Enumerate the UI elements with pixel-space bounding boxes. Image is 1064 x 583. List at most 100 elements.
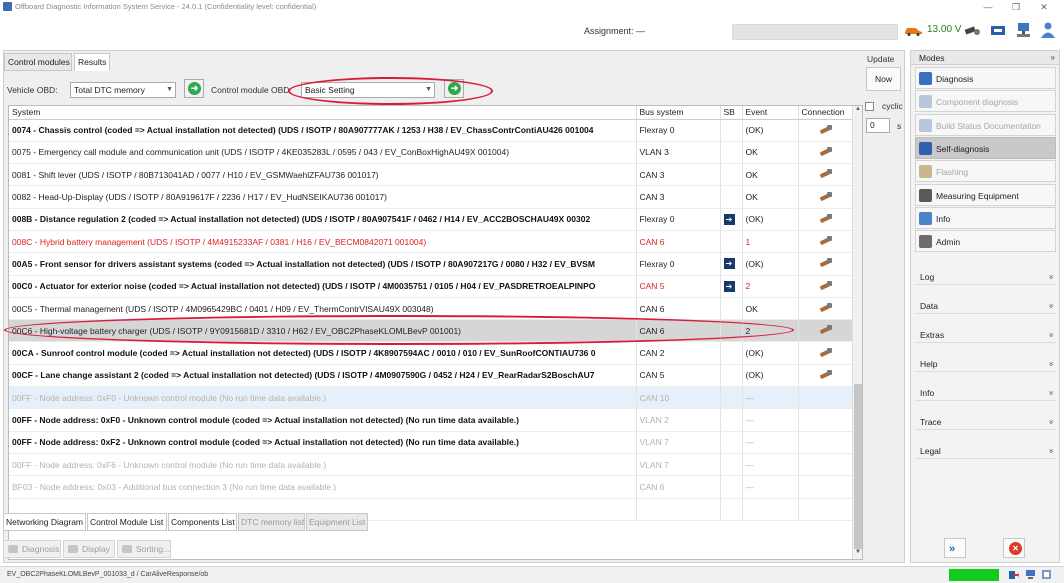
network-status-icon[interactable]: [1025, 569, 1036, 580]
table-row[interactable]: 00C5 - Thermal management (UDS / ISOTP /…: [9, 297, 855, 321]
tab-components-list[interactable]: Components List: [168, 513, 237, 531]
connection-plug-icon: [819, 303, 833, 313]
col-system[interactable]: System: [9, 106, 637, 120]
scroll-up-icon[interactable]: ▲: [853, 106, 862, 116]
modes-header[interactable]: Modes »: [911, 51, 1059, 65]
table-vertical-scrollbar[interactable]: ▲ ▼: [852, 106, 862, 559]
cell-event: 2: [742, 275, 799, 298]
mode-info[interactable]: Info: [915, 206, 1056, 229]
cyclic-checkbox-box[interactable]: [865, 102, 874, 112]
section-log[interactable]: Log »: [915, 269, 1056, 285]
cell-event: OK: [742, 141, 799, 165]
mode-measuring-equipment[interactable]: Measuring Equipment: [915, 183, 1056, 206]
section-info[interactable]: Info »: [915, 385, 1056, 401]
exit-button[interactable]: ✕: [1003, 538, 1025, 558]
cell-connection: [798, 208, 855, 231]
tools-icon[interactable]: [1041, 569, 1052, 580]
table-row[interactable]: 0081 - Shift lever (UDS / ISOTP / 80B713…: [9, 163, 855, 187]
connection-plug-icon: [819, 169, 833, 179]
control-module-obd-select[interactable]: Basic Setting ▼: [301, 82, 435, 98]
section-label: Legal: [920, 446, 941, 456]
mode-flashing[interactable]: Flashing: [915, 160, 1056, 183]
cyclic-checkbox[interactable]: cyclic: [865, 101, 903, 112]
table-row[interactable]: 00FF - Node address: 0xF6 - Unknown cont…: [9, 453, 855, 477]
mode-admin[interactable]: Admin: [915, 230, 1056, 253]
mode-diagnosis[interactable]: Diagnosis: [915, 67, 1056, 89]
maximize-button[interactable]: ❐: [1002, 0, 1030, 14]
right-sidebar: Modes » Diagnosis Component diagnosis Buil…: [910, 50, 1060, 563]
table-row[interactable]: 00C0 - Actuator for exterior noise (code…: [9, 275, 855, 298]
cell-system: 00CF - Lane change assistant 2 (coded =>…: [9, 364, 637, 388]
table-row[interactable]: 00FF - Node address: 0xF0 - Unknown cont…: [9, 386, 855, 410]
cell-connection: [798, 297, 855, 321]
display-button[interactable]: Display: [63, 540, 115, 558]
mode-component-diagnosis[interactable]: Component diagnosis: [915, 90, 1056, 113]
chevron-down-icon: »: [1050, 53, 1055, 62]
cycle-seconds-input[interactable]: 0: [866, 118, 890, 133]
service-bulletin-icon[interactable]: ➔: [723, 280, 735, 292]
tab-control-module-list[interactable]: Control Module List: [87, 513, 167, 531]
table-row[interactable]: 0074 - Chassis control (coded => Actual …: [9, 119, 855, 142]
sorting-button[interactable]: Sorting...: [117, 540, 171, 558]
table-row[interactable]: 00CF - Lane change assistant 2 (coded =>…: [9, 364, 855, 388]
update-now-button[interactable]: Now: [866, 67, 901, 91]
control-module-table: System Bus system SB Event Connection 00…: [8, 105, 863, 560]
section-data[interactable]: Data »: [915, 298, 1056, 314]
table-row[interactable]: 008C - Hybrid battery management (UDS / …: [9, 230, 855, 254]
table-row[interactable]: 008B - Distance regulation 2 (coded => A…: [9, 208, 855, 231]
section-trace[interactable]: Trace »: [915, 414, 1056, 430]
tab-dtc-memory-list[interactable]: DTC memory list: [238, 513, 305, 531]
mode-label: Info: [936, 213, 951, 224]
next-button[interactable]: »: [944, 538, 966, 558]
col-connection[interactable]: Connection: [798, 106, 855, 120]
vehicle-obd-go-button[interactable]: ➜: [184, 79, 204, 98]
mode-label: Flashing: [936, 167, 969, 178]
export-icon[interactable]: [1008, 569, 1019, 580]
table-row[interactable]: 0075 - Emergency call module and communi…: [9, 141, 855, 165]
table-row[interactable]: BF03 - Node address: 0x03 - Additional b…: [9, 475, 855, 499]
section-legal[interactable]: Legal »: [915, 443, 1056, 459]
minimize-button[interactable]: —: [974, 0, 1002, 14]
mode-label: Build Status Documentation: [936, 120, 1041, 131]
cell-event: OK: [742, 163, 799, 187]
table-row[interactable]: 00FF - Node address: 0xF2 - Unknown cont…: [9, 431, 855, 454]
close-icon: ✕: [1009, 542, 1022, 555]
vehicle-obd-select[interactable]: Total DTC memory ▼: [70, 82, 176, 98]
cell-event: 2: [742, 319, 799, 343]
table-row[interactable]: 00C6 - High-voltage battery charger (UDS…: [9, 319, 855, 343]
col-event[interactable]: Event: [742, 106, 799, 120]
mode-icon: [919, 235, 932, 249]
section-extras[interactable]: Extras »: [915, 327, 1056, 343]
section-help[interactable]: Help »: [915, 356, 1056, 372]
tab-results[interactable]: Results: [74, 53, 110, 71]
col-bus-system[interactable]: Bus system: [636, 106, 721, 120]
service-bulletin-icon[interactable]: ➔: [723, 213, 735, 225]
service-bulletin-icon[interactable]: ➔: [723, 258, 735, 270]
control-module-obd-go-button[interactable]: ➜: [444, 79, 464, 98]
close-window-button[interactable]: ✕: [1030, 0, 1058, 14]
scroll-down-icon[interactable]: ▼: [853, 549, 862, 559]
table-row[interactable]: 0082 - Head-Up-Display (UDS / ISOTP / 80…: [9, 185, 855, 209]
assignment-field[interactable]: [732, 24, 898, 40]
table-row[interactable]: 00A5 - Front sensor for drivers assistan…: [9, 252, 855, 276]
cell-system: BF03 - Node address: 0x03 - Additional b…: [9, 475, 637, 499]
table-row[interactable]: 00FF - Node address: 0xF0 - Unknown cont…: [9, 408, 855, 432]
connection-plug-icon: [819, 213, 833, 223]
cell-connection: [798, 119, 855, 142]
col-sb[interactable]: SB: [720, 106, 743, 120]
cell-sb: [720, 297, 743, 321]
tab-control-modules[interactable]: Control modules: [4, 53, 72, 71]
section-label: Extras: [920, 330, 945, 340]
table-row[interactable]: 00CA - Sunroof control module (coded => …: [9, 341, 855, 365]
mode-self-diagnosis[interactable]: Self-diagnosis: [915, 136, 1056, 159]
tab-networking-diagram[interactable]: Networking Diagram: [3, 513, 86, 531]
mode-build-status-documentation[interactable]: Build Status Documentation: [915, 113, 1056, 136]
double-chevron-right-icon: »: [949, 543, 956, 555]
status-text: EV_OBC2PhaseKLOMLBevP_001033_d / CarAliv…: [7, 571, 209, 578]
scrollbar-thumb[interactable]: [854, 384, 862, 549]
diagnosis-button[interactable]: Diagnosis: [3, 540, 61, 558]
cell-system: 00FF - Node address: 0xF2 - Unknown cont…: [9, 431, 637, 454]
cell-sb: ➔: [720, 252, 743, 276]
tab-equipment-list[interactable]: Equipment List: [306, 513, 368, 531]
cell-connection: [798, 230, 855, 254]
